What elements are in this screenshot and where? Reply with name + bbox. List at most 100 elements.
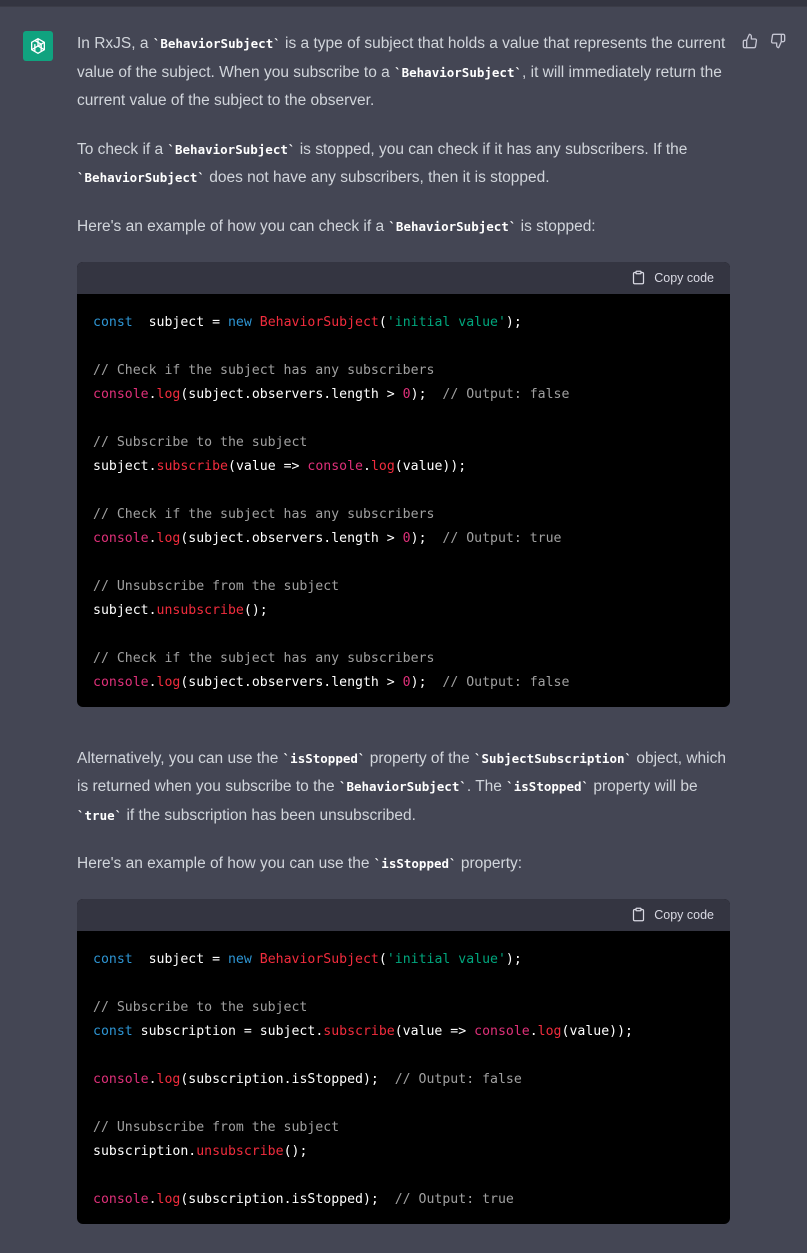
code-token: // Check if the subject has any subscrib… bbox=[93, 651, 434, 666]
copy-code-button[interactable]: Copy code bbox=[631, 270, 714, 285]
text-run: In RxJS, a bbox=[77, 35, 153, 52]
code-token: 'initial value' bbox=[387, 315, 506, 330]
code-token: // Check if the subject has any subscrib… bbox=[93, 363, 434, 378]
code-line: subscription.unsubscribe(); bbox=[93, 1140, 714, 1164]
code-line: const subject = new BehaviorSubject('ini… bbox=[93, 311, 714, 335]
inline-code: `isStopped` bbox=[374, 856, 457, 871]
code-token: . bbox=[149, 531, 157, 546]
code-token: log bbox=[157, 387, 181, 402]
code-token: . bbox=[363, 459, 371, 474]
clipboard-icon bbox=[631, 907, 646, 922]
code-token: subscribe bbox=[157, 459, 228, 474]
inline-code: `BehaviorSubject` bbox=[388, 219, 516, 234]
code-line: console.log(subscription.isStopped); // … bbox=[93, 1068, 714, 1092]
code-line: console.log(subject.observers.length > 0… bbox=[93, 671, 714, 695]
code-line: // Check if the subject has any subscrib… bbox=[93, 647, 714, 671]
code-token: // Output: false bbox=[395, 1072, 522, 1087]
text-run: To check if a bbox=[77, 141, 167, 158]
code-token: . bbox=[149, 1072, 157, 1087]
code-line: console.log(subscription.isStopped); // … bbox=[93, 1188, 714, 1212]
text-run: is stopped: bbox=[516, 218, 595, 235]
code-line bbox=[93, 972, 714, 996]
code-line bbox=[93, 1164, 714, 1188]
inline-code: `isStopped` bbox=[506, 779, 589, 794]
code-token: 0 bbox=[403, 387, 411, 402]
code-token: . bbox=[149, 1192, 157, 1207]
code-token: console bbox=[474, 1024, 530, 1039]
code-token: console bbox=[93, 531, 149, 546]
code-line: // Unsubscribe from the subject bbox=[93, 1116, 714, 1140]
code-token: (subject.observers.length > bbox=[180, 531, 402, 546]
code-line: // Check if the subject has any subscrib… bbox=[93, 359, 714, 383]
code-token: const bbox=[93, 1024, 133, 1039]
code-token: . bbox=[149, 387, 157, 402]
code-token: new bbox=[228, 952, 252, 967]
thumbs-up-icon[interactable] bbox=[742, 33, 758, 49]
code-token: (value)); bbox=[395, 459, 466, 474]
code-token: // Unsubscribe from the subject bbox=[93, 579, 339, 594]
code-token: 0 bbox=[403, 675, 411, 690]
inline-code: `BehaviorSubject` bbox=[339, 779, 467, 794]
code-token: new bbox=[228, 315, 252, 330]
code-token: log bbox=[157, 531, 181, 546]
text-run: property of the bbox=[365, 750, 474, 767]
code-token: BehaviorSubject bbox=[260, 315, 379, 330]
inline-code: `isStopped` bbox=[283, 751, 366, 766]
text-run: property will be bbox=[589, 778, 698, 795]
code-token: subscribe bbox=[323, 1024, 394, 1039]
code-block-header: Copy code bbox=[77, 899, 730, 931]
code-token: const bbox=[93, 952, 133, 967]
code-token: console bbox=[93, 1072, 149, 1087]
text-run: does not have any subscribers, then it i… bbox=[205, 169, 550, 186]
copy-code-button[interactable]: Copy code bbox=[631, 907, 714, 922]
code-token: (subject.observers.length > bbox=[180, 675, 402, 690]
code-token: log bbox=[538, 1024, 562, 1039]
code-token: // Subscribe to the subject bbox=[93, 1000, 307, 1015]
code-line: // Subscribe to the subject bbox=[93, 431, 714, 455]
code-line: const subject = new BehaviorSubject('ini… bbox=[93, 948, 714, 972]
text-run: is stopped, you can check if it has any … bbox=[295, 141, 687, 158]
code-token: subject = bbox=[133, 952, 228, 967]
code-token bbox=[252, 952, 260, 967]
inline-code: `BehaviorSubject` bbox=[153, 36, 281, 51]
feedback-buttons bbox=[742, 33, 786, 49]
openai-logo-icon bbox=[28, 36, 48, 56]
code-block-header: Copy code bbox=[77, 262, 730, 294]
code-token: // Unsubscribe from the subject bbox=[93, 1120, 339, 1135]
text-run: property: bbox=[457, 855, 522, 872]
code-line bbox=[93, 1044, 714, 1068]
text-run: . The bbox=[467, 778, 506, 795]
code-token: console bbox=[93, 1192, 149, 1207]
code-token: (subscription.isStopped); bbox=[180, 1072, 394, 1087]
code-line: const subscription = subject.subscribe(v… bbox=[93, 1020, 714, 1044]
code-token: log bbox=[157, 1072, 181, 1087]
code-token: subscription = subject. bbox=[133, 1024, 324, 1039]
code-token: . bbox=[149, 675, 157, 690]
thumbs-down-icon[interactable] bbox=[770, 33, 786, 49]
code-line: // Check if the subject has any subscrib… bbox=[93, 503, 714, 527]
code-token: (); bbox=[284, 1144, 308, 1159]
inline-code: `SubjectSubscription` bbox=[474, 751, 632, 766]
code-token: console bbox=[307, 459, 363, 474]
inline-code: `BehaviorSubject` bbox=[167, 142, 295, 157]
paragraph-example-intro-2: Here's an example of how you can use the… bbox=[77, 850, 730, 879]
assistant-avatar bbox=[23, 31, 53, 61]
code-token: // Output: true bbox=[442, 531, 561, 546]
text-run: if the subscription has been unsubscribe… bbox=[122, 807, 416, 824]
code-line: subject.subscribe(value => console.log(v… bbox=[93, 455, 714, 479]
code-token: (subject.observers.length > bbox=[180, 387, 402, 402]
code-token: // Check if the subject has any subscrib… bbox=[93, 507, 434, 522]
code-token: 'initial value' bbox=[387, 952, 506, 967]
text-run: Alternatively, you can use the bbox=[77, 750, 283, 767]
code-line bbox=[93, 407, 714, 431]
code-line: console.log(subject.observers.length > 0… bbox=[93, 383, 714, 407]
code-token: // Output: true bbox=[395, 1192, 514, 1207]
code-content: const subject = new BehaviorSubject('ini… bbox=[77, 294, 730, 707]
code-line bbox=[93, 479, 714, 503]
code-token: log bbox=[371, 459, 395, 474]
code-token: ); bbox=[411, 531, 443, 546]
paragraph-example-intro: Here's an example of how you can check i… bbox=[77, 213, 730, 242]
code-token: ); bbox=[506, 315, 522, 330]
paragraph-intro: In RxJS, a `BehaviorSubject` is a type o… bbox=[77, 30, 730, 116]
inline-code: `BehaviorSubject` bbox=[394, 65, 522, 80]
